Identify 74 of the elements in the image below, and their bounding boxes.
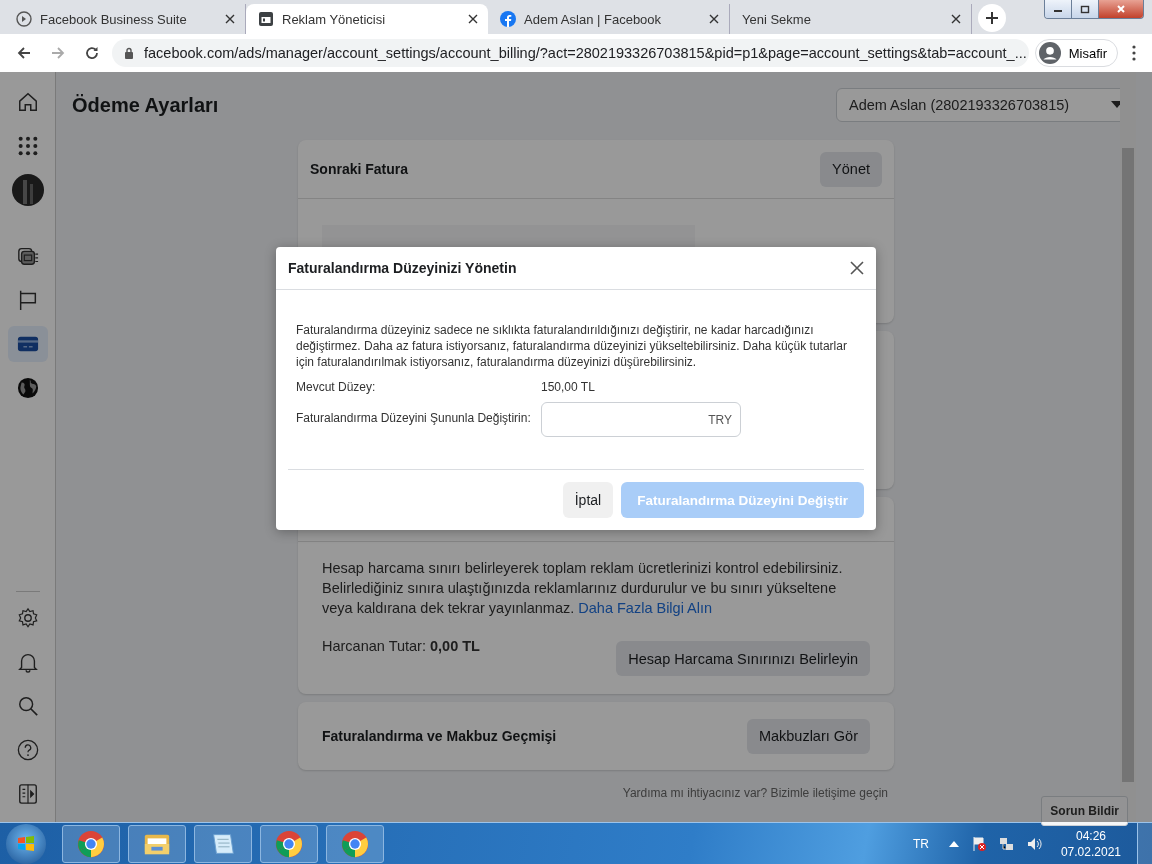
new-tab-button[interactable] [978,4,1006,32]
chrome-icon [274,829,304,859]
back-icon[interactable] [16,45,32,61]
card-title: Sonraki Fatura [310,161,409,177]
close-icon[interactable] [850,261,864,275]
plus-icon [986,12,998,24]
manage-button[interactable]: Yönet [820,151,882,187]
spent-amount: Harcanan Tutar: 0,00 TL [322,638,480,654]
field-label: Faturalandırma Düzeyini Şununla Değiştirin: [296,410,532,425]
close-button[interactable] [1099,0,1143,18]
account-dropdown[interactable]: Adem Aslan (2802193326703815) [836,88,1120,122]
lock-icon [124,47,134,59]
taskbar-app[interactable] [326,825,384,863]
close-icon[interactable] [709,14,719,24]
show-desktop-button[interactable] [1137,823,1152,864]
scrollbar-thumb[interactable] [1122,148,1134,782]
learn-more-link[interactable]: Daha Fazla Bilgi Alın [578,600,713,616]
help-text: Yardıma mı ihtiyacınız var? Bizimle iletişime geçin [621,786,889,800]
taskbar-app[interactable] [194,825,252,863]
spending-limit-button[interactable]: Hesap Harcama Sınırınızı Belirleyin [616,641,870,676]
browser-tab[interactable]: Yeni Sekme [730,4,972,34]
help-icon [16,739,39,761]
flag-alert-icon[interactable] [970,836,987,852]
globe-icon [16,377,39,399]
volume-icon[interactable] [1026,836,1043,852]
cancel-button[interactable]: İptal [562,482,614,518]
windows-logo-icon [16,834,36,854]
close-icon[interactable] [951,14,961,24]
start-button[interactable] [6,824,46,864]
dialog-description: Faturalandırma düzeyiniz sadece ne sıklıkta faturalandırıldığınızı değiştirir, ne kadar harcadığınızı değiştirmez. Daha az fatura istiyorsanız, faturalandırma düzeyinizi yükseltebilirsiniz. Daha küçük tutarlar için faturalandırılmak istiyorsanız, faturalandırma düzeyinizi düşürebilirsiniz. [296,322,848,370]
maximize-button[interactable] [1072,0,1099,18]
clock[interactable]: 04:26 07.02.2021 [1060,828,1121,860]
browser-tab[interactable]: Reklam Yöneticisi [246,4,488,34]
field-label: Mevcut Düzey: [296,380,377,394]
avatar-icon [11,174,44,206]
bell-icon [16,651,39,673]
language-indicator[interactable]: TR [912,837,929,851]
close-icon[interactable] [225,14,235,24]
card-title: Faturalandırma ve Makbuz Geçmişi [322,728,557,744]
taskbar-app[interactable] [62,825,120,863]
menu-icon[interactable] [1132,45,1136,61]
amount-field[interactable]: TRY [541,402,741,437]
taskbar-app[interactable] [128,825,186,863]
stacked-pages-icon [16,245,39,267]
compass-icon [16,11,32,27]
reload-icon[interactable] [84,45,100,61]
close-icon[interactable] [468,14,478,24]
receipts-button[interactable]: Makbuzları Gör [746,718,870,754]
address-bar[interactable]: facebook.com/ads/manager/account_settings/account_billing/?act=2802193326703815&pid=p1&page=account_settings&tab=account_... [112,39,1029,67]
network-icon[interactable] [998,836,1015,852]
minimize-button[interactable] [1045,0,1072,18]
chrome-icon [340,829,370,859]
tray-arrow-icon[interactable] [948,841,959,847]
browser-tab[interactable]: Adem Aslan | Facebook [488,4,730,34]
chart-board-icon [258,11,274,27]
currency-label: TRY [708,412,732,427]
dialog-title: Faturalandırma Düzeyinizi Yönetin [288,260,517,276]
spending-limit-description: Hesap harcama sınırı belirleyerek toplam reklam ücretlerinizi kontrol edebilirsiniz. Belirlediğiniz sınıra ulaştığınızda reklamlarınız durdurulur ve bu sınırı yükseltene veya kaldırana dek tekrar yayınlanmaz. Daha Fazla Bilgi Alın [322,559,844,618]
apps-grid-icon [16,135,39,157]
close-icon [1116,4,1126,14]
facebook-icon [500,11,516,27]
taskbar-app[interactable] [260,825,318,863]
page-title: Ödeme Ayarları [72,93,219,117]
maximize-icon [1080,4,1090,14]
current-level-value: 150,00 TL [541,380,595,394]
chrome-icon [76,829,106,859]
side-panel-icon [16,783,39,805]
person-icon [1038,42,1061,64]
settings-icon [16,607,39,629]
sidebar-item[interactable] [7,326,48,362]
home-icon [16,91,39,113]
search-icon [16,695,39,717]
caret-icon [1111,101,1120,109]
report-problem-button[interactable]: Sorun Bildir [1041,796,1128,826]
